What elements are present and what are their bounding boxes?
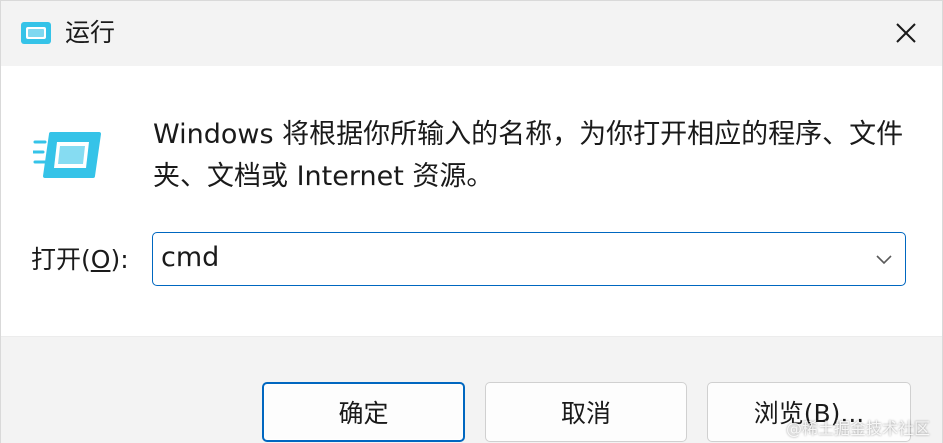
ok-button[interactable]: 确定	[262, 382, 465, 442]
open-label-prefix: 打开(	[31, 245, 91, 274]
window-title: 运行	[65, 18, 116, 47]
open-combobox[interactable]	[152, 232, 906, 286]
title-bar: 运行	[1, 0, 942, 66]
dialog-content: Windows 将根据你所输入的名称，为你打开相应的程序、文件夹、文档或 Int…	[1, 66, 942, 336]
description-text: Windows 将根据你所输入的名称，为你打开相应的程序、文件夹、文档或 Int…	[153, 119, 904, 192]
run-app-icon	[21, 22, 51, 44]
open-label-suffix: ):	[110, 245, 129, 274]
run-app-icon	[33, 132, 101, 178]
chevron-down-icon[interactable]	[873, 248, 895, 270]
close-icon	[896, 23, 916, 43]
close-button[interactable]	[884, 13, 928, 53]
watermark: @稀土掘金技术社区	[785, 419, 930, 438]
run-dialog: 运行 Windows 将根据你所输入的名称，为你打开相应的程序、文件夹、文档或 …	[0, 0, 943, 443]
cancel-button[interactable]: 取消	[485, 382, 687, 442]
button-bar: 确定 取消 浏览(B)... @稀土掘金技术社区	[1, 336, 942, 443]
open-label: 打开(O):	[31, 243, 129, 277]
open-label-mnemonic: O	[90, 245, 111, 274]
command-input[interactable]	[153, 233, 841, 283]
